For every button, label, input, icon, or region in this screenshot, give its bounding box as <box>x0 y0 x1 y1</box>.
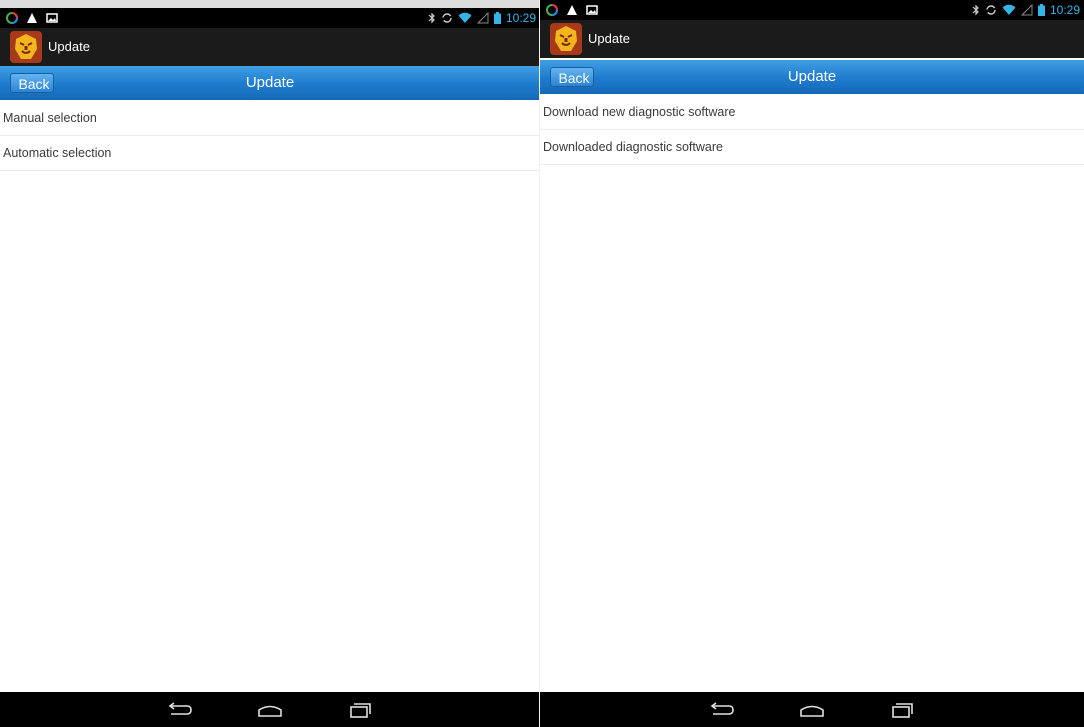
list-item-downloaded-software[interactable]: Downloaded diagnostic software <box>540 130 1084 165</box>
status-time: 10:29 <box>505 11 536 25</box>
signal-icon <box>476 12 489 24</box>
action-bar: Update <box>0 28 540 66</box>
image-icon <box>46 13 58 23</box>
status-bar: 10:29 <box>0 8 540 28</box>
back-nav-icon[interactable] <box>164 698 196 722</box>
status-left-icons <box>6 10 58 26</box>
list-item-automatic-selection[interactable]: Automatic selection <box>0 136 540 171</box>
list-item-download-new-software[interactable]: Download new diagnostic software <box>540 95 1084 130</box>
recents-nav-icon[interactable] <box>344 698 376 722</box>
lion-logo-icon <box>550 23 582 55</box>
screen-right: 10:29 Update Back Update Download new di… <box>540 0 1084 727</box>
back-button[interactable]: Back <box>550 67 594 87</box>
warning-icon <box>567 5 577 15</box>
page-title: Update <box>245 74 295 91</box>
bluetooth-icon <box>972 4 979 16</box>
navigation-bar <box>0 692 540 727</box>
image-icon <box>586 5 598 15</box>
signal-icon <box>1020 4 1033 16</box>
lollipop-icon <box>546 4 558 16</box>
status-right-icons: 10:29 <box>428 10 536 26</box>
back-nav-icon[interactable] <box>706 698 738 722</box>
software-options-list: Download new diagnostic software Downloa… <box>540 95 1084 165</box>
screen-left: 10:29 Update Back Update Manual selectio… <box>0 0 540 727</box>
recents-nav-icon[interactable] <box>886 698 918 722</box>
action-bar: Update <box>540 20 1084 58</box>
sync-icon <box>986 5 996 15</box>
top-strip <box>0 0 540 8</box>
status-bar: 10:29 <box>540 0 1084 20</box>
update-options-list: Manual selection Automatic selection <box>0 101 540 171</box>
lollipop-icon <box>6 12 18 24</box>
status-right-icons: 10:29 <box>972 2 1080 18</box>
wifi-icon <box>1002 4 1016 15</box>
lion-logo-icon <box>10 31 42 63</box>
app-title: Update <box>48 39 90 54</box>
warning-icon <box>27 13 37 23</box>
home-nav-icon[interactable] <box>254 698 286 722</box>
battery-icon <box>1037 4 1045 16</box>
wifi-icon <box>458 12 472 23</box>
title-bar: Back Update <box>540 60 1084 94</box>
status-time: 10:29 <box>1049 3 1080 17</box>
title-bar: Back Update <box>0 66 540 100</box>
battery-icon <box>493 12 501 24</box>
page-title: Update <box>787 68 837 85</box>
navigation-bar <box>540 692 1084 727</box>
app-title: Update <box>588 31 630 46</box>
status-left-icons <box>546 2 598 18</box>
back-button[interactable]: Back <box>10 73 54 93</box>
list-item-manual-selection[interactable]: Manual selection <box>0 101 540 136</box>
sync-icon <box>442 13 452 23</box>
bluetooth-icon <box>428 12 435 24</box>
home-nav-icon[interactable] <box>796 698 828 722</box>
